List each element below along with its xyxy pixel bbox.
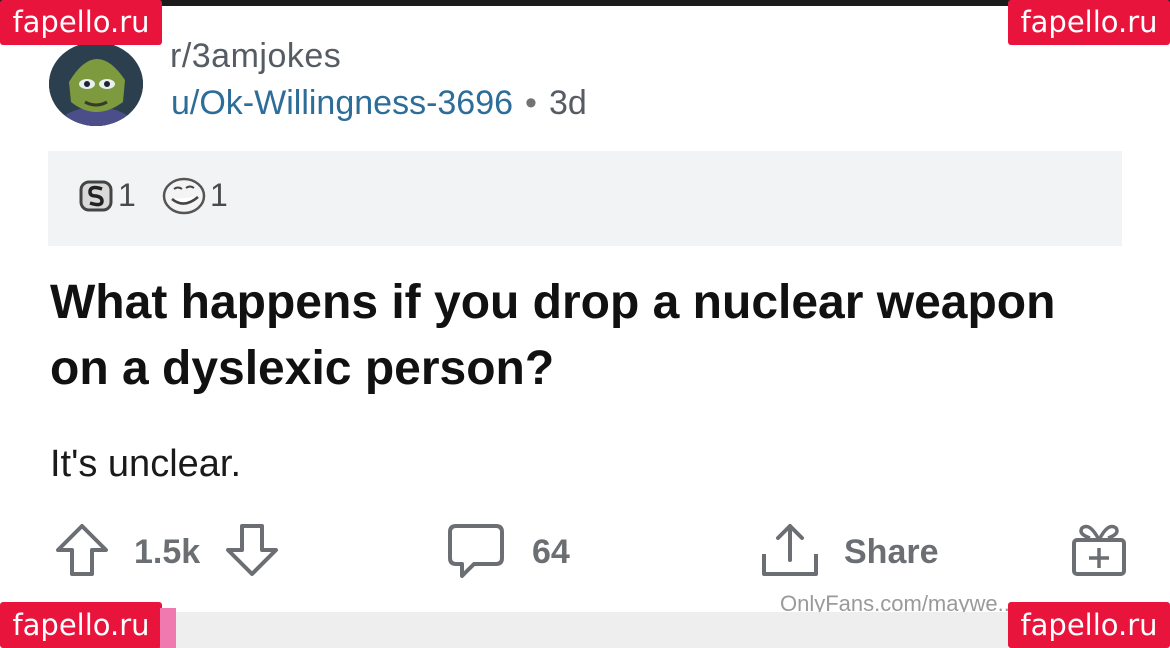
watermark-bottom-right: fapello.ru [1008, 602, 1170, 648]
award-button[interactable] [1068, 518, 1128, 583]
award-laughing-count: 1 [210, 176, 228, 213]
award-silver-count: 1 [118, 176, 136, 213]
gift-icon [1068, 518, 1128, 583]
silver-award-icon [79, 180, 113, 212]
post-title[interactable]: What happens if you drop a nuclear weapo… [50, 270, 1110, 402]
comment-icon [446, 520, 506, 585]
vote-group: 1.5k [54, 522, 280, 583]
share-icon [760, 520, 820, 585]
upvote-icon[interactable] [54, 522, 110, 583]
post-body: It's unclear. [50, 443, 242, 485]
watermark-top-right: fapello.ru [1008, 0, 1170, 45]
watermark-top-left: fapello.ru [0, 0, 162, 45]
comment-count: 64 [532, 533, 570, 571]
award-silver[interactable]: 1 [76, 175, 136, 215]
vote-count: 1.5k [134, 533, 201, 571]
share-label: Share [844, 533, 939, 571]
share-button[interactable]: Share [760, 520, 939, 585]
award-laughing[interactable]: 1 [160, 175, 228, 215]
bottom-strip [176, 612, 1008, 648]
username-link[interactable]: u/Ok-Willingness-3696 [171, 84, 513, 122]
post-age: 3d [548, 84, 587, 122]
laughing-face-award-icon [162, 177, 206, 215]
pink-fragment [160, 608, 176, 648]
meta-separator: • [525, 84, 537, 122]
user-avatar[interactable] [49, 42, 143, 126]
community-name[interactable]: r/3amjokes [170, 37, 341, 76]
watermark-bottom-left: fapello.ru [0, 602, 162, 648]
post-meta: u/Ok-Willingness-3696 • 3d [171, 84, 587, 123]
comments-button[interactable]: 64 [446, 520, 570, 585]
downvote-icon[interactable] [224, 522, 280, 583]
top-bar [0, 0, 1170, 6]
